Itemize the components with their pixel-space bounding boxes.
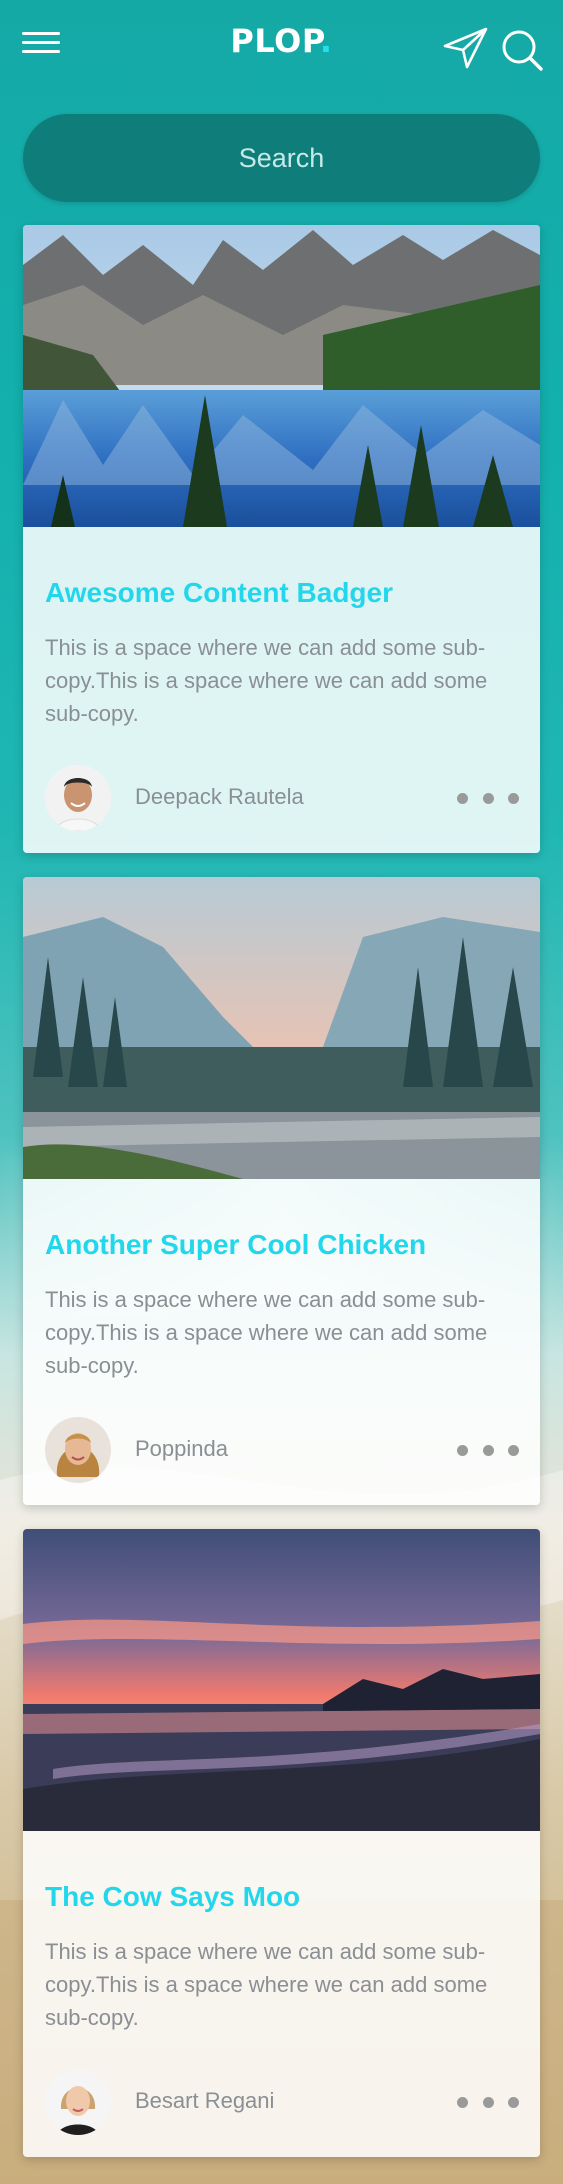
dot (482, 1444, 494, 1456)
dot (482, 2096, 494, 2108)
author-name[interactable]: Besart Regani (135, 2088, 274, 2114)
valley-river-photo (23, 877, 540, 1179)
card-subcopy: This is a space where we can add some su… (45, 635, 488, 726)
author-avatar[interactable] (45, 765, 111, 831)
brand-dot: . (319, 22, 333, 60)
dot (457, 1444, 468, 1456)
dot (482, 792, 494, 804)
author-avatar[interactable] (45, 1417, 111, 1483)
beach-sunset-photo (23, 1529, 540, 1831)
author-name[interactable]: Deepack Rautela (135, 784, 304, 810)
search-icon[interactable] (500, 28, 544, 72)
paper-plane-icon[interactable] (442, 26, 490, 70)
author-name[interactable]: Poppinda (135, 1436, 228, 1462)
top-app-bar: PLOP. (0, 0, 563, 90)
search-bar (23, 113, 540, 203)
more-options-icon[interactable] (457, 787, 519, 809)
card-title[interactable]: Another Super Cool Chicken (45, 1229, 426, 1261)
content-card[interactable]: Awesome Content Badger This is a space w… (23, 225, 540, 853)
brand-name: PLOP (230, 22, 320, 60)
card-title[interactable]: The Cow Says Moo (45, 1881, 300, 1913)
dot (457, 792, 468, 804)
author-avatar[interactable] (45, 2069, 111, 2135)
dot (508, 2096, 519, 2108)
dot (508, 1444, 519, 1456)
more-options-icon[interactable] (457, 2091, 519, 2113)
content-card[interactable]: The Cow Says Moo This is a space where w… (23, 1529, 540, 2157)
dot (457, 2096, 468, 2108)
mountain-lake-photo (23, 225, 540, 527)
card-title[interactable]: Awesome Content Badger (45, 577, 393, 609)
card-subcopy: This is a space where we can add some su… (45, 1939, 488, 2030)
more-options-icon[interactable] (457, 1439, 519, 1461)
search-input[interactable] (23, 113, 540, 203)
card-subcopy: This is a space where we can add some su… (45, 1287, 488, 1378)
dot (508, 792, 519, 804)
content-card[interactable]: Another Super Cool Chicken This is a spa… (23, 877, 540, 1505)
